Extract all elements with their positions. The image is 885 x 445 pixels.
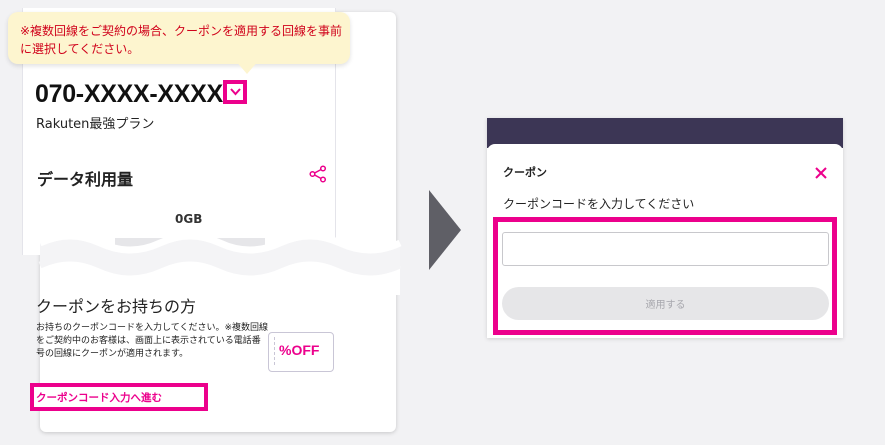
phone-number: 070-XXXX-XXXX — [35, 80, 223, 108]
coupon-code-label: クーポンコードを入力してください — [503, 197, 695, 211]
discount-badge-text: %OFF — [279, 342, 320, 358]
right-arrow-icon — [429, 190, 461, 270]
plan-name: Rakuten最強プラン — [36, 117, 155, 132]
badge-perforation — [274, 337, 276, 365]
coupon-heading: クーポンをお持ちの方 — [36, 297, 197, 316]
share-icon[interactable] — [309, 165, 327, 187]
modal-title: クーポン — [503, 166, 547, 179]
data-usage-title: データ利用量 — [37, 170, 134, 189]
data-usage-value: 0GB — [175, 212, 203, 226]
coupon-code-entry-link[interactable]: クーポンコード入力へ進む — [36, 390, 162, 405]
modal-sheet-top — [487, 144, 843, 154]
apply-button[interactable]: 適用する — [502, 287, 829, 320]
close-icon[interactable] — [814, 165, 828, 184]
coupon-code-input[interactable] — [502, 232, 829, 266]
line-select-dropdown[interactable] — [223, 80, 247, 104]
coupon-description: お持ちのクーポンコードを入力してください。※複数回線をご契約中のお客様は、画面上… — [36, 323, 269, 359]
torn-edge-divider — [38, 232, 402, 295]
chevron-down-icon — [230, 88, 241, 96]
tooltip-tail — [235, 60, 259, 74]
tooltip-text: ※複数回線をご契約の場合、クーポンを適用する回線を事前に選択してください。 — [20, 24, 343, 56]
